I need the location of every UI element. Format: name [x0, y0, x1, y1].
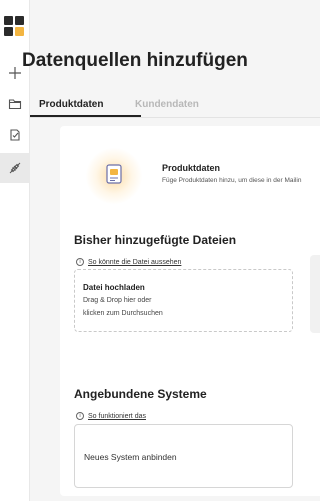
files-section-title: Bisher hinzugefügte Dateien [74, 233, 237, 247]
intro-description: Füge Produktdaten hinzu, um diese in der… [162, 177, 302, 184]
upload-title: Datei hochladen [83, 283, 145, 292]
tab-kundendaten[interactable]: Kundendaten [135, 99, 199, 110]
active-tab-indicator [30, 115, 141, 117]
sidebar [0, 0, 30, 501]
file-example-hint[interactable]: i So könnte die Datei aussehen [76, 258, 181, 266]
folder-icon[interactable] [0, 89, 30, 119]
app-logo[interactable] [4, 16, 25, 37]
upload-instruction: Drag & Drop hier oder [83, 297, 152, 304]
info-icon: i [76, 412, 84, 420]
tab-produktdaten[interactable]: Produktdaten [39, 99, 103, 110]
intro-title: Produktdaten [162, 163, 221, 173]
systems-help-hint[interactable]: i So funktioniert das [76, 412, 146, 420]
systems-section-title: Angebundene Systeme [74, 387, 207, 401]
plug-icon[interactable] [0, 153, 30, 183]
systems-help-link[interactable]: So funktioniert das [88, 413, 146, 420]
product-data-icon [106, 164, 122, 184]
connect-system-label: Neues System anbinden [84, 452, 177, 462]
page-title: Datenquellen hinzufügen [22, 50, 248, 71]
info-icon: i [76, 258, 84, 266]
side-panel [310, 255, 320, 333]
file-example-link[interactable]: So könnte die Datei aussehen [88, 259, 181, 266]
upload-instruction-browse: klicken zum Durchsuchen [83, 310, 163, 317]
tabs-divider [30, 117, 320, 118]
document-check-icon[interactable] [0, 120, 30, 150]
